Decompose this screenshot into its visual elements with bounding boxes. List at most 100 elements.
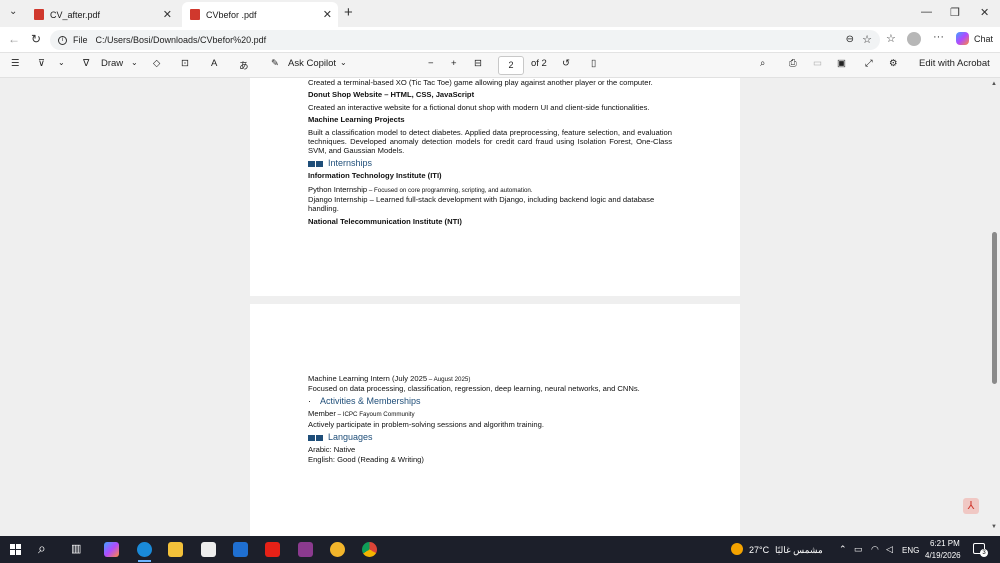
winrar-icon[interactable]: [298, 542, 313, 557]
ml-intern-main: Machine Learning Intern (July 2025: [308, 374, 428, 383]
new-tab-button[interactable]: +: [344, 4, 353, 21]
django-internship: Django Internship – Learned full-stack d…: [308, 195, 655, 214]
search-icon[interactable]: ⌕: [38, 540, 46, 557]
file-explorer-icon[interactable]: [168, 542, 183, 557]
zoom-out-icon[interactable]: −: [428, 58, 434, 69]
weather-temp[interactable]: 27°C: [749, 545, 769, 555]
read-aloud-icon[interactable]: A: [211, 58, 217, 69]
address-field[interactable]: i File C:/Users/Bosi/Downloads/CVbefor%2…: [50, 30, 880, 50]
member-desc: Actively participate in problem-solving …: [308, 419, 544, 429]
copilot-draw-icon[interactable]: ✎: [271, 58, 279, 69]
pdf-toolbar: ☰ ⊽ ⌄ ∇ Draw ⌄ ◇ ⊡ A あ ✎ Ask Copilot ⌄ −…: [0, 53, 1000, 78]
highlight-icon[interactable]: ⊽: [38, 58, 45, 69]
page-total: of 2: [531, 58, 547, 69]
language-english: English: Good (Reading & Writing): [308, 454, 424, 464]
python-internship-main: Python Internship: [308, 184, 368, 194]
draw-icon[interactable]: ∇: [83, 58, 89, 69]
erase-icon[interactable]: ◇: [153, 58, 160, 69]
mail-icon[interactable]: [233, 542, 248, 557]
page-view-icon[interactable]: ▯: [591, 58, 596, 69]
print-icon[interactable]: ⎙: [789, 58, 797, 69]
refresh-icon[interactable]: ↻: [31, 32, 41, 46]
microsoft-store-icon[interactable]: [201, 542, 216, 557]
xo-game-text: Created a terminal-based XO (Tic Tac Toe…: [308, 78, 653, 87]
tab-list-chevron-icon[interactable]: ⌄: [9, 6, 17, 17]
tab-cvbefor[interactable]: CVbefor .pdf ✕: [182, 2, 338, 27]
youtube-icon[interactable]: [265, 542, 280, 557]
chrome-icon[interactable]: [362, 542, 377, 557]
task-view-icon[interactable]: ▥: [71, 542, 81, 555]
copilot-icon[interactable]: [956, 32, 969, 45]
copilot-app-icon[interactable]: [104, 542, 119, 557]
close-tab-icon[interactable]: ✕: [163, 8, 172, 21]
zoom-in-icon[interactable]: +: [451, 58, 457, 69]
profile-avatar[interactable]: [907, 32, 921, 46]
app-circle-icon[interactable]: [330, 542, 345, 557]
chevron-down-icon[interactable]: ⌄: [131, 58, 138, 67]
volume-icon[interactable]: ◁: [886, 544, 893, 555]
maximize-button[interactable]: ❐: [950, 6, 960, 19]
close-tab-icon[interactable]: ✕: [323, 8, 332, 21]
zoom-icon[interactable]: ⊖: [846, 34, 854, 45]
windows-start-icon[interactable]: [10, 544, 21, 555]
save-icon[interactable]: ▭: [813, 58, 822, 69]
iti-title: Information Technology Institute (ITI): [308, 171, 442, 181]
ask-copilot-label[interactable]: Ask Copilot: [288, 58, 336, 69]
rotate-icon[interactable]: ↺: [562, 58, 570, 69]
pdf-page-2: Machine Learning Intern (July 2025 – Aug…: [250, 304, 740, 536]
favorites-icon[interactable]: ☆: [886, 32, 896, 45]
scrollbar-thumb[interactable]: [992, 232, 997, 384]
url-text: C:/Users/Bosi/Downloads/CVbefor%20.pdf: [95, 35, 267, 45]
languages-heading: Languages: [308, 432, 672, 443]
scroll-up-arrow[interactable]: ▲: [991, 81, 997, 87]
heading-square-icon: [308, 160, 315, 167]
wifi-icon[interactable]: ◠: [871, 544, 879, 555]
active-app-indicator: [138, 560, 151, 562]
page-number-input[interactable]: 2: [498, 56, 524, 75]
clock-time[interactable]: 6:21 PM: [930, 539, 960, 548]
language-indicator[interactable]: ENG: [902, 546, 919, 555]
text-box-icon[interactable]: ⊡: [181, 58, 189, 69]
weather-text[interactable]: مشمس غالبًا: [775, 545, 823, 556]
contents-icon[interactable]: ☰: [11, 58, 20, 69]
search-icon[interactable]: ⌕: [760, 58, 765, 69]
battery-icon[interactable]: ▭: [854, 544, 863, 555]
minimize-button[interactable]: —: [921, 6, 932, 18]
donut-project-desc: Created an interactive website for a fic…: [308, 102, 650, 112]
scroll-down-arrow[interactable]: ▼: [991, 524, 997, 530]
python-internship: Python Internship – Focused on core prog…: [308, 185, 672, 195]
nti-title: National Telecommunication Institute (NT…: [308, 216, 462, 226]
settings-gear-icon[interactable]: ⚙: [889, 58, 898, 69]
taskbar: ⌕ ▥ 27°C مشمس غالبًا ⌃ ▭ ◠ ◁ ENG 6:21 PM…: [0, 536, 1000, 563]
fit-page-icon[interactable]: ⊟: [474, 58, 482, 69]
internships-heading-text: Internships: [328, 157, 373, 168]
favorite-star-icon[interactable]: ☆: [862, 33, 872, 46]
tray-chevron-icon[interactable]: ⌃: [839, 544, 847, 555]
clock-date[interactable]: 4/19/2026: [925, 551, 961, 560]
languages-heading-text: Languages: [328, 432, 373, 443]
acrobat-floating-icon[interactable]: ⅄: [963, 498, 979, 514]
tab-label: CV_after.pdf: [50, 9, 101, 20]
heading-square-icon: [316, 434, 323, 441]
tab-cv-after[interactable]: CV_after.pdf ✕: [26, 2, 178, 27]
more-menu-icon[interactable]: ···: [933, 31, 944, 43]
weather-icon[interactable]: [731, 543, 743, 555]
fullscreen-icon[interactable]: ⤢: [865, 58, 873, 69]
chevron-down-icon[interactable]: ⌄: [58, 58, 65, 67]
translate-icon[interactable]: あ: [239, 58, 249, 72]
pdf-file-icon: [34, 9, 44, 20]
edit-with-acrobat-button[interactable]: Edit with Acrobat: [919, 58, 990, 69]
edge-browser-icon[interactable]: [137, 542, 152, 557]
pdf-file-icon: [190, 9, 200, 20]
pdf-viewer[interactable]: Created a terminal-based XO (Tic Tac Toe…: [0, 78, 1000, 536]
page1-content: Created a terminal-based XO (Tic Tac Toe…: [308, 78, 672, 226]
ml-projects-title: Machine Learning Projects: [308, 115, 405, 125]
close-window-button[interactable]: ✕: [980, 6, 989, 19]
vertical-scrollbar[interactable]: ▲ ▼: [990, 78, 998, 536]
chat-label[interactable]: Chat: [974, 34, 993, 44]
chevron-down-icon[interactable]: ⌄: [340, 58, 347, 67]
save-as-icon[interactable]: ▣: [837, 58, 846, 69]
back-icon[interactable]: ←: [8, 32, 20, 46]
tab-label: CVbefor .pdf: [206, 9, 257, 20]
draw-label[interactable]: Draw: [101, 58, 123, 69]
